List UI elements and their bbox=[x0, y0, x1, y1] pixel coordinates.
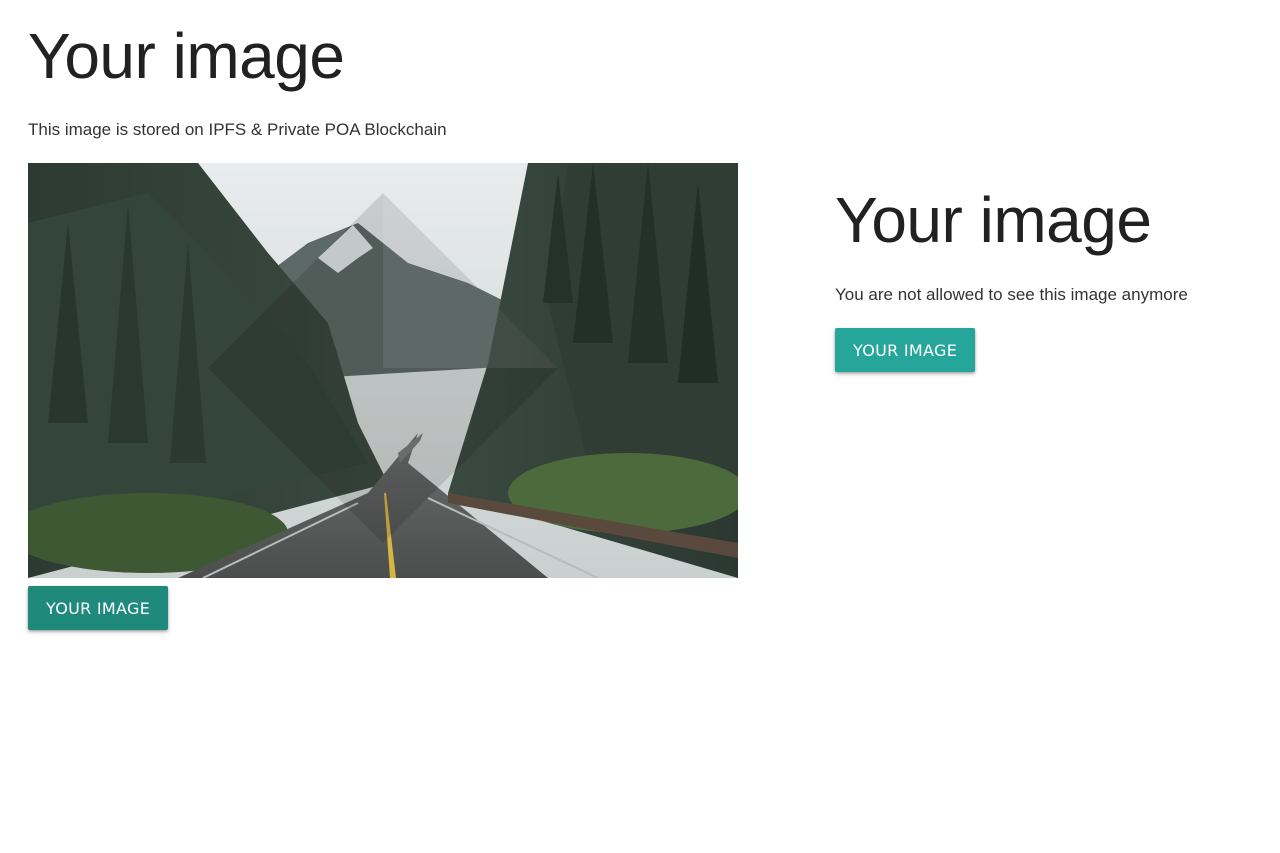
stored-image bbox=[28, 163, 738, 578]
your-image-button-primary[interactable]: YOUR IMAGE bbox=[28, 586, 168, 630]
landscape-photo bbox=[28, 163, 738, 578]
access-denied-message: You are not allowed to see this image an… bbox=[835, 285, 1188, 304]
page: Your image This image is stored on IPFS … bbox=[0, 0, 1280, 853]
page-title: Your image bbox=[28, 20, 345, 92]
revoked-title: Your image bbox=[835, 184, 1152, 256]
your-image-button-secondary[interactable]: YOUR IMAGE bbox=[835, 328, 975, 372]
storage-description: This image is stored on IPFS & Private P… bbox=[28, 120, 447, 139]
